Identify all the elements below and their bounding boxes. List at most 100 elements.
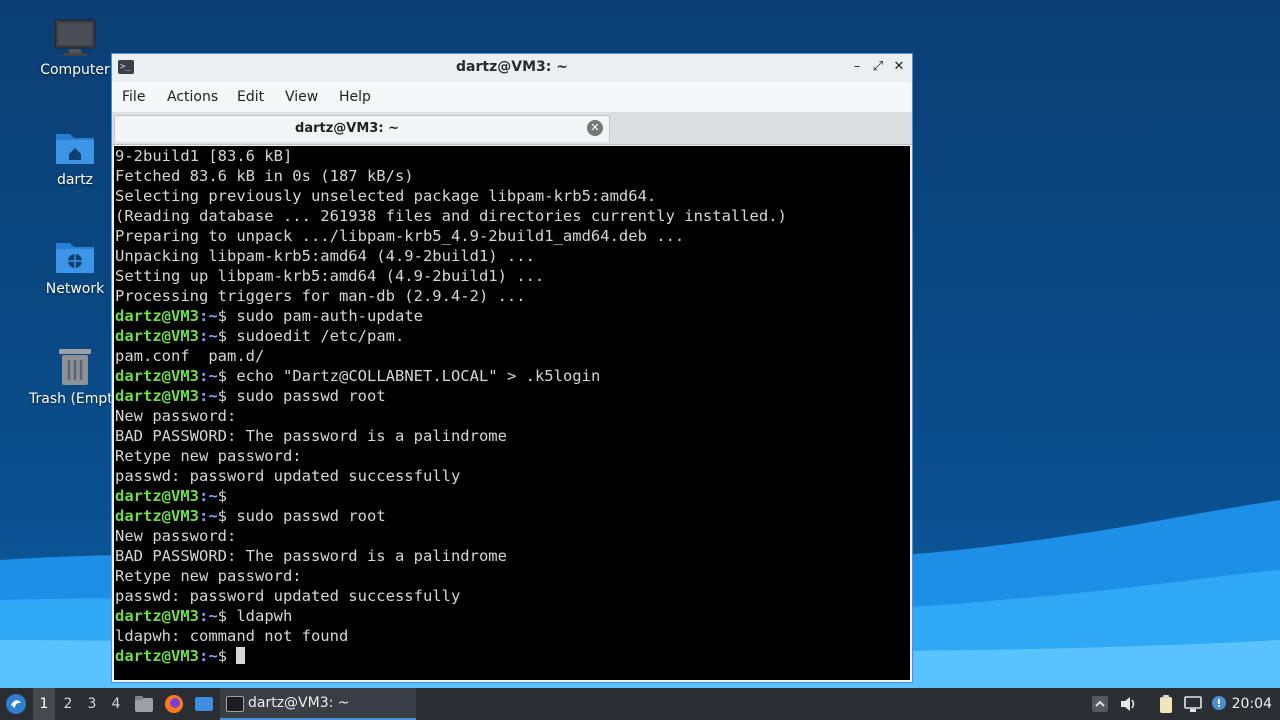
prompt-symbol: $ xyxy=(217,607,228,625)
workspace-3[interactable]: 3 xyxy=(81,688,103,720)
prompt-user: dartz@VM3 xyxy=(115,507,199,525)
prompt-user: dartz@VM3 xyxy=(115,307,199,325)
close-button[interactable]: ✕ xyxy=(890,58,908,76)
terminal-prompt-line: dartz@VM3:~$ sudoedit /etc/pam. xyxy=(115,326,787,346)
terminal-output-line: pam.conf pam.d/ xyxy=(115,347,265,365)
tray-expand-icon[interactable] xyxy=(1090,694,1110,714)
volume-icon[interactable] xyxy=(1118,694,1138,714)
command-text: sudo pam-auth-update xyxy=(227,307,423,325)
taskbar: 1 2 3 4 dartz@VM3: ~ 20:04 xyxy=(0,688,1280,720)
terminal-output-line: BAD PASSWORD: The password is a palindro… xyxy=(115,427,507,445)
menu-edit[interactable]: Edit xyxy=(237,89,264,105)
desktop-icon-label: Network xyxy=(45,281,105,297)
prompt-path: :~ xyxy=(199,647,218,665)
terminal-prompt-line: dartz@VM3:~$ sudo passwd root xyxy=(115,386,787,406)
tab-label: dartz@VM3: ~ xyxy=(295,121,399,136)
terminal-output-line: passwd: password updated successfully xyxy=(115,587,461,605)
terminal-output[interactable]: 9-2build1 [83.6 kB] Fetched 83.6 kB in 0s… xyxy=(114,146,910,680)
tab-bar: dartz@VM3: ~ ✕ xyxy=(112,112,912,145)
terminal-tab[interactable]: dartz@VM3: ~ ✕ xyxy=(114,115,610,142)
desktop-icon-home-folder[interactable]: dartz xyxy=(25,128,125,188)
prompt-user: dartz@VM3 xyxy=(115,367,199,385)
prompt-path: :~ xyxy=(199,487,218,505)
command-text: sudo passwd root xyxy=(227,387,386,405)
terminal-output-line: Preparing to unpack .../libpam-krb5_4.9-… xyxy=(115,227,685,245)
terminal-window: >_ dartz@VM3: ~ – ⤢ ✕ File Actions Edit … xyxy=(111,53,913,683)
computer-icon xyxy=(54,19,96,56)
terminal-output-line: passwd: password updated successfully xyxy=(115,467,461,485)
terminal-lines: 9-2build1 [83.6 kB] Fetched 83.6 kB in 0s… xyxy=(115,146,787,666)
workspace-2[interactable]: 2 xyxy=(57,688,79,720)
prompt-path: :~ xyxy=(199,507,218,525)
prompt-user: dartz@VM3 xyxy=(115,387,199,405)
terminal-prompt-line: dartz@VM3:~$ xyxy=(115,486,787,506)
command-text: ldapwh xyxy=(227,607,293,625)
terminal-output-line: ldapwh: command not found xyxy=(115,627,349,645)
text-cursor[interactable] xyxy=(236,647,246,664)
show-desktop-icon[interactable] xyxy=(194,694,214,714)
terminal-output-line: Selecting previously unselected package … xyxy=(115,187,657,205)
workspace-4[interactable]: 4 xyxy=(105,688,127,720)
prompt-user: dartz@VM3 xyxy=(115,647,199,665)
terminal-output-line: BAD PASSWORD: The password is a palindro… xyxy=(115,547,507,565)
trash-icon xyxy=(59,349,91,385)
title-bar[interactable]: >_ dartz@VM3: ~ – ⤢ ✕ xyxy=(112,54,912,82)
prompt-symbol: $ xyxy=(217,487,228,505)
menu-file[interactable]: File xyxy=(122,89,145,105)
prompt-path: :~ xyxy=(199,307,218,325)
command-text: sudoedit /etc/pam. xyxy=(227,327,405,345)
prompt-user: dartz@VM3 xyxy=(115,487,199,505)
prompt-symbol: $ xyxy=(217,647,228,665)
prompt-path: :~ xyxy=(199,387,218,405)
network-icon[interactable] xyxy=(1183,694,1203,714)
terminal-output-line: 9-2build1 [83.6 kB] xyxy=(115,147,293,165)
desktop-icon-label: dartz xyxy=(56,172,94,188)
notification-icon[interactable] xyxy=(1209,694,1229,714)
terminal-output-line: Processing triggers for man-db (2.9.4-2)… xyxy=(115,287,526,305)
taskbar-item-label: dartz@VM3: ~ xyxy=(248,695,350,711)
desktop-icon-label: Computer xyxy=(40,62,110,78)
tab-close-icon[interactable]: ✕ xyxy=(587,120,603,136)
prompt-symbol: $ xyxy=(217,387,228,405)
prompt-path: :~ xyxy=(199,367,218,385)
prompt-symbol: $ xyxy=(217,507,228,525)
menu-bar: File Actions Edit View Help xyxy=(112,82,912,112)
terminal-output-line: New password: xyxy=(115,407,237,425)
desktop-icon-network[interactable]: Network xyxy=(25,237,125,297)
terminal-output-line: Setting up libpam-krb5:amd64 (4.9-2build… xyxy=(115,267,545,285)
start-menu-icon[interactable] xyxy=(5,693,27,715)
terminal-output-line: Retype new password: xyxy=(115,567,302,585)
terminal-output-line: New password: xyxy=(115,527,237,545)
terminal-output-line: Fetched 83.6 kB in 0s (187 kB/s) xyxy=(115,167,414,185)
file-manager-icon[interactable] xyxy=(134,694,154,714)
home-folder-icon xyxy=(56,134,94,164)
prompt-symbol: $ xyxy=(217,367,228,385)
prompt-path: :~ xyxy=(199,327,218,345)
terminal-prompt-line: dartz@VM3:~$ echo "Dartz@COLLABNET.LOCAL… xyxy=(115,366,787,386)
terminal-output-line: (Reading database ... 261938 files and d… xyxy=(115,207,787,225)
terminal-prompt-line: dartz@VM3:~$ ldapwh xyxy=(115,606,787,626)
taskbar-item-terminal[interactable]: dartz@VM3: ~ xyxy=(220,688,416,720)
maximize-button[interactable]: ⤢ xyxy=(869,58,887,76)
terminal-icon xyxy=(226,696,244,712)
desktop-icon-computer[interactable]: Computer xyxy=(25,18,125,78)
menu-view[interactable]: View xyxy=(285,89,318,105)
minimize-button[interactable]: – xyxy=(848,58,866,76)
prompt-user: dartz@VM3 xyxy=(115,607,199,625)
terminal-prompt-line: dartz@VM3:~$ sudo pam-auth-update xyxy=(115,306,787,326)
prompt-path: :~ xyxy=(199,607,218,625)
firefox-icon[interactable] xyxy=(164,694,184,714)
clipboard-icon[interactable] xyxy=(1156,694,1176,714)
desktop: Computer dartz Network Trash (Empty) >_ … xyxy=(0,0,1280,688)
prompt-symbol: $ xyxy=(217,327,228,345)
menu-help[interactable]: Help xyxy=(339,89,371,105)
terminal-output-line: Unpacking libpam-krb5:amd64 (4.9-2build1… xyxy=(115,247,535,265)
window-title: dartz@VM3: ~ xyxy=(456,59,568,75)
terminal-prompt-line: dartz@VM3:~$ sudo passwd root xyxy=(115,506,787,526)
prompt-user: dartz@VM3 xyxy=(115,327,199,345)
menu-actions[interactable]: Actions xyxy=(167,89,218,105)
prompt-symbol: $ xyxy=(217,307,228,325)
workspace-1[interactable]: 1 xyxy=(33,688,55,720)
terminal-prompt-line: dartz@VM3:~$ xyxy=(115,646,787,666)
clock[interactable]: 20:04 xyxy=(1232,688,1272,720)
